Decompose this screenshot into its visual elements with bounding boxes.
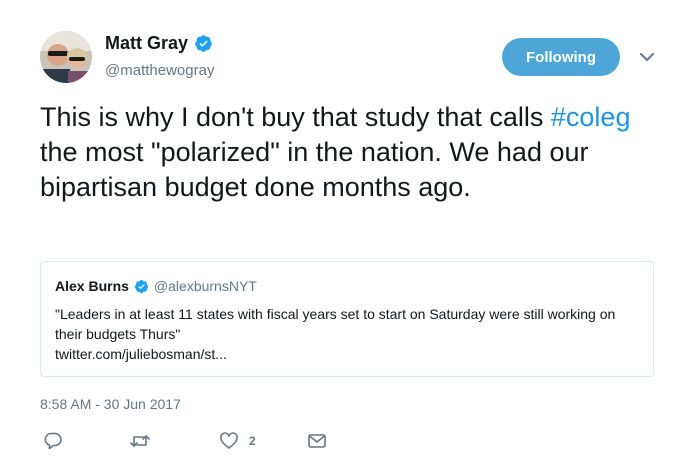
avatar[interactable] (40, 31, 92, 83)
retweet-icon (130, 435, 150, 447)
tweet-timestamp[interactable]: 8:58 AM - 30 Jun 2017 (40, 396, 181, 412)
author-handle[interactable]: @matthewogray (105, 62, 214, 79)
tweet-text: This is why I don't buy that study that … (40, 100, 660, 205)
author-name-text[interactable]: Matt Gray (105, 33, 188, 54)
reply-icon (44, 432, 62, 450)
reply-button[interactable] (43, 431, 63, 451)
quoted-author-handle: @alexburnsNYT (153, 278, 257, 294)
like-button[interactable]: 2 (219, 431, 256, 451)
direct-message-button[interactable] (307, 431, 327, 451)
tweet-text-part: This is why I don't buy that study that … (40, 102, 551, 132)
quoted-tweet-text: "Leaders in at least 11 states with fisc… (55, 306, 616, 342)
following-button[interactable]: Following (502, 38, 620, 76)
tweet-text-part: the most "polarized" in the nation. We h… (40, 137, 589, 202)
quoted-tweet-link[interactable]: twitter.com/juliebosman/st... (55, 344, 645, 364)
tweet-card: Matt Gray @matthewogray Following This i… (0, 0, 695, 475)
retweet-button[interactable] (129, 431, 151, 451)
verified-badge-icon (134, 279, 149, 294)
quoted-tweet[interactable]: Alex Burns @alexburnsNYT "Leaders in at … (40, 261, 654, 377)
quoted-author-name: Alex Burns (55, 278, 129, 294)
hashtag-link[interactable]: #coleg (551, 102, 631, 132)
envelope-icon (308, 434, 326, 448)
avatar-photo (40, 31, 92, 83)
tweet-actions: 2 (43, 431, 343, 451)
heart-icon (220, 432, 238, 449)
verified-badge-icon (194, 34, 213, 53)
like-count: 2 (249, 434, 256, 448)
quoted-tweet-header: Alex Burns @alexburnsNYT (55, 278, 257, 294)
chevron-down-icon[interactable] (638, 50, 656, 64)
author-name[interactable]: Matt Gray (105, 33, 213, 54)
quoted-tweet-body: "Leaders in at least 11 states with fisc… (55, 304, 645, 364)
